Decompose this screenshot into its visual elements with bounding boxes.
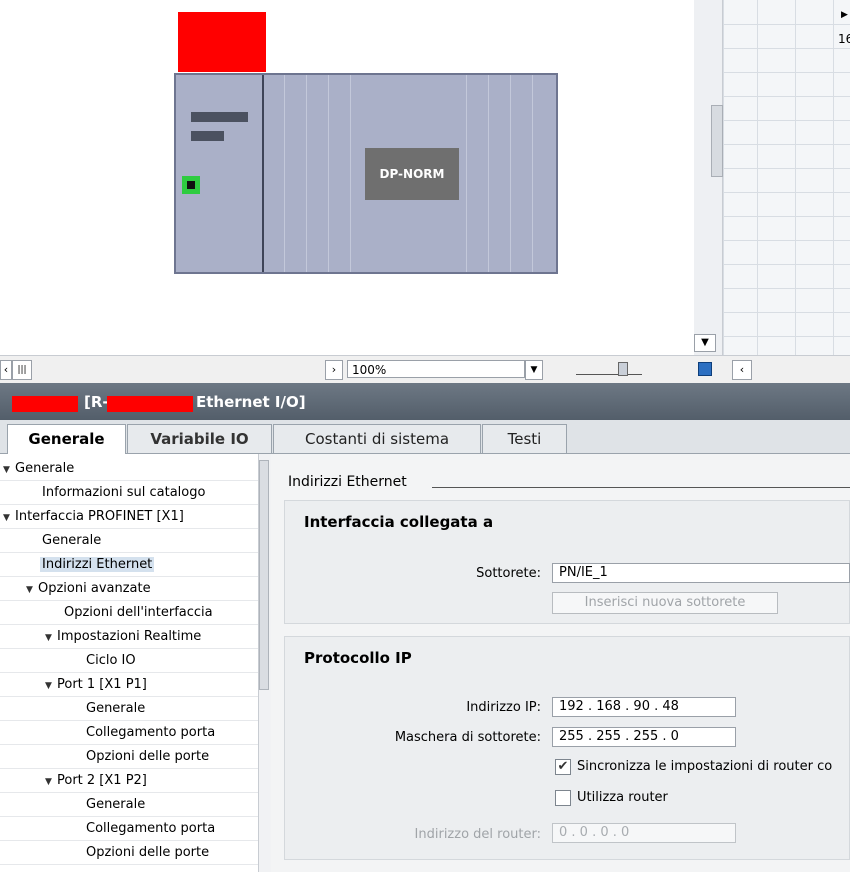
nav-item-port-2-connection[interactable]: Collegamento porta (0, 817, 258, 841)
redacted-device-type (107, 396, 193, 412)
fit-to-view-icon[interactable] (698, 362, 712, 376)
property-navigation-tree: ▼ Generale Informazioni sul catalogo ▼ Int… (0, 454, 258, 872)
collapse-triangle-icon[interactable]: ▼ (0, 626, 57, 650)
horizontal-scroll-thumb[interactable]: ||| (12, 360, 32, 380)
panel-heading-interface: Interfaccia collegata a (304, 513, 494, 531)
collapse-triangle-icon[interactable]: ▼ (0, 578, 38, 602)
slot-divider (328, 75, 329, 272)
inspector-tabs: Generale Variabile IO Costanti di sistem… (0, 420, 850, 455)
section-divider (432, 487, 850, 488)
scroll-left-icon[interactable]: ‹ (732, 360, 752, 380)
nav-item-profinet-interface[interactable]: ▼ Interfaccia PROFINET [X1] (0, 505, 258, 529)
device-station[interactable]: DP-NORM (174, 73, 558, 274)
ip-address-label: Indirizzo IP: (466, 700, 541, 715)
subnet-mask-label: Maschera di sottorete: (394, 730, 541, 745)
nav-item-port-2-general[interactable]: Generale (0, 793, 258, 817)
nav-tree-scroll-thumb[interactable] (259, 460, 269, 690)
zoom-slider-handle[interactable] (618, 362, 628, 376)
expand-arrow-icon[interactable]: ▶ (841, 10, 848, 20)
scroll-down-icon[interactable]: ▼ (694, 334, 716, 352)
add-new-subnet-button[interactable]: Inserisci nuova sottorete (552, 592, 778, 614)
redacted-device-label (178, 12, 266, 72)
nav-item-advanced-options[interactable]: ▼ Opzioni avanzate (0, 577, 258, 601)
grid-header-number: 16 (838, 32, 850, 46)
nav-item-realtime-settings[interactable]: ▼ Impostazioni Realtime (0, 625, 258, 649)
ip-address-field[interactable]: 192 . 168 . 90 . 48 (552, 697, 736, 717)
nav-item-port-1-options[interactable]: Opzioni delle porte (0, 745, 258, 769)
slot-divider (466, 75, 467, 272)
nav-item-interface-general[interactable]: Generale (0, 529, 258, 553)
router-address-field[interactable]: 0 . 0 . 0 . 0 (552, 823, 736, 843)
nav-item-catalog-info[interactable]: Informazioni sul catalogo (0, 481, 258, 505)
network-view-canvas[interactable]: DP-NORM (0, 0, 694, 355)
tab-testi[interactable]: Testi (482, 424, 567, 453)
slot-divider (488, 75, 489, 272)
tab-costanti-di-sistema[interactable]: Costanti di sistema (273, 424, 481, 453)
led-bar (191, 112, 248, 122)
nav-item-port-1-connection[interactable]: Collegamento porta (0, 721, 258, 745)
nav-item-ethernet-addresses[interactable]: Indirizzi Ethernet (0, 553, 258, 577)
section-title-ethernet-addresses: Indirizzi Ethernet (288, 474, 407, 490)
profinet-port-icon[interactable] (182, 176, 200, 194)
sync-router-label: Sincronizza le impostazioni di router co (577, 759, 833, 774)
tab-variabile-io[interactable]: Variabile IO (127, 424, 272, 453)
nav-item-port-1-general[interactable]: Generale (0, 697, 258, 721)
sync-router-checkbox[interactable]: ✔ (555, 759, 571, 775)
use-router-checkbox[interactable] (555, 790, 571, 806)
collapse-triangle-icon[interactable]: ▼ (0, 458, 15, 482)
router-address-label: Indirizzo del router: (414, 827, 541, 842)
scroll-right-icon[interactable]: › (325, 360, 343, 380)
collapse-triangle-icon[interactable]: ▼ (0, 674, 57, 698)
slot-divider (510, 75, 511, 272)
canvas-vertical-scrollbar[interactable]: ▼ (694, 0, 723, 360)
nav-item-port-2-options[interactable]: Opzioni delle porte (0, 841, 258, 865)
nav-item-port-1[interactable]: ▼ Port 1 [X1 P1] (0, 673, 258, 697)
zoom-toolbar: ‹ ||| › 100% ▼ ‹ (0, 355, 850, 384)
use-router-label: Utilizza router (577, 790, 668, 805)
scrollbar-thumb[interactable] (711, 105, 723, 177)
slot-divider (306, 75, 307, 272)
led-bar-short (191, 131, 224, 141)
nav-item-io-cycle[interactable]: Ciclo IO (0, 649, 258, 673)
collapse-triangle-icon[interactable]: ▼ (0, 506, 15, 530)
zoom-slider-track[interactable] (576, 368, 642, 375)
zoom-dropdown-icon[interactable]: ▼ (525, 360, 543, 380)
device-head-module[interactable] (176, 75, 264, 272)
slot-divider (284, 75, 285, 272)
panel-heading-ip-protocol: Protocollo IP (304, 649, 412, 667)
inspector-title-prefix: [R- (84, 393, 109, 411)
subnet-select[interactable]: PN/IE_1 (552, 563, 850, 583)
tab-generale[interactable]: Generale (7, 424, 126, 455)
nav-item-port-2[interactable]: ▼ Port 2 [X1 P2] (0, 769, 258, 793)
subnet-label: Sottorete: (476, 566, 541, 581)
scroll-left-icon[interactable]: ‹ (0, 360, 12, 380)
zoom-level-select[interactable]: 100% (347, 360, 525, 378)
redacted-device-name (12, 396, 78, 412)
slot-divider (350, 75, 351, 272)
inspector-title-bar: [R- Ethernet I/O] (0, 383, 850, 420)
nav-item-interface-options[interactable]: Opzioni dell'interfaccia (0, 601, 258, 625)
dp-norm-module[interactable]: DP-NORM (365, 148, 459, 200)
slot-divider (532, 75, 533, 272)
nav-item-generale[interactable]: ▼ Generale (0, 457, 258, 481)
inspector-title-suffix: Ethernet I/O] (196, 393, 306, 411)
collapse-triangle-icon[interactable]: ▼ (0, 770, 57, 794)
subnet-mask-field[interactable]: 255 . 255 . 255 . 0 (552, 727, 736, 747)
